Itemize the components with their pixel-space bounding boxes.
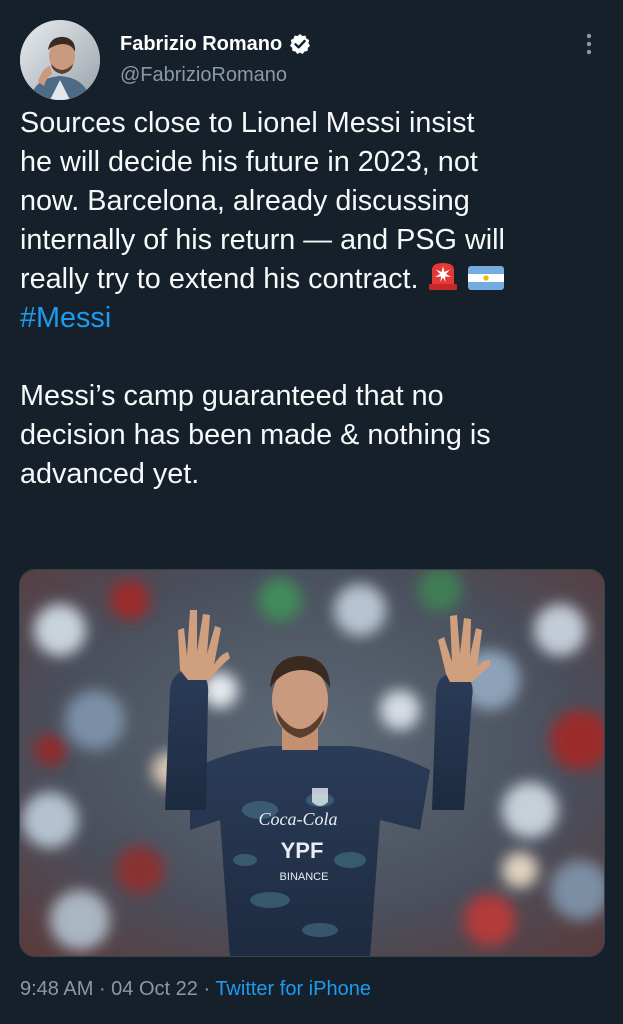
tweet-text: Sources close to Lionel Messi insist he …	[20, 104, 610, 494]
tweet-meta: 9:48 AM · 04 Oct 22 · Twitter for iPhone	[20, 978, 371, 1001]
avatar-image	[20, 20, 100, 100]
argentina-flag-emoji-icon	[467, 266, 504, 290]
meta-separator: ·	[197, 978, 216, 1000]
tweet-header: Fabrizio Romano @FabrizioRomano	[20, 20, 603, 100]
author-handle[interactable]: @FabrizioRomano	[120, 64, 311, 87]
siren-emoji-icon	[428, 263, 457, 290]
tweet-line: now. Barcelona, already discussing	[20, 185, 470, 217]
jersey-sponsor-binance: BINANCE	[280, 871, 329, 883]
tweet-line: internally of his return — and PSG will	[20, 224, 505, 256]
photo-player-raising-hands: Coca-Cola YPF BINANCE	[20, 570, 604, 956]
tweet-line: Messi’s camp guaranteed that no	[20, 380, 444, 412]
meta-separator: ·	[93, 978, 112, 1000]
tweet-line: he will decide his future in 2023, not	[20, 146, 478, 178]
tweet-source-link[interactable]: Twitter for iPhone	[215, 978, 371, 1000]
tweet-line: advanced yet.	[20, 458, 200, 490]
display-name[interactable]: Fabrizio Romano	[120, 33, 282, 56]
tweet-line: decision has been made & nothing is	[20, 419, 491, 451]
tweet-time[interactable]: 9:48 AM	[20, 978, 93, 1000]
jersey-sponsor-cocacola: Coca-Cola	[259, 809, 338, 829]
jersey-sponsor-ypf: YPF	[281, 838, 324, 863]
more-options-icon[interactable]	[583, 32, 595, 56]
tweet-line-with-emoji: really try to extend his contract.	[20, 260, 610, 299]
display-name-row: Fabrizio Romano	[120, 30, 311, 58]
tweet-line: Sources close to Lionel Messi insist	[20, 107, 475, 139]
tweet-line: really try to extend his contract.	[20, 263, 419, 295]
avatar[interactable]	[20, 20, 100, 100]
hashtag-link[interactable]: #Messi	[20, 299, 610, 338]
tweet-photo[interactable]: Coca-Cola YPF BINANCE	[19, 569, 605, 957]
tweet-date[interactable]: 04 Oct 22	[111, 978, 198, 1000]
author-names: Fabrizio Romano @FabrizioRomano	[120, 30, 311, 87]
verified-badge-icon	[290, 34, 311, 54]
